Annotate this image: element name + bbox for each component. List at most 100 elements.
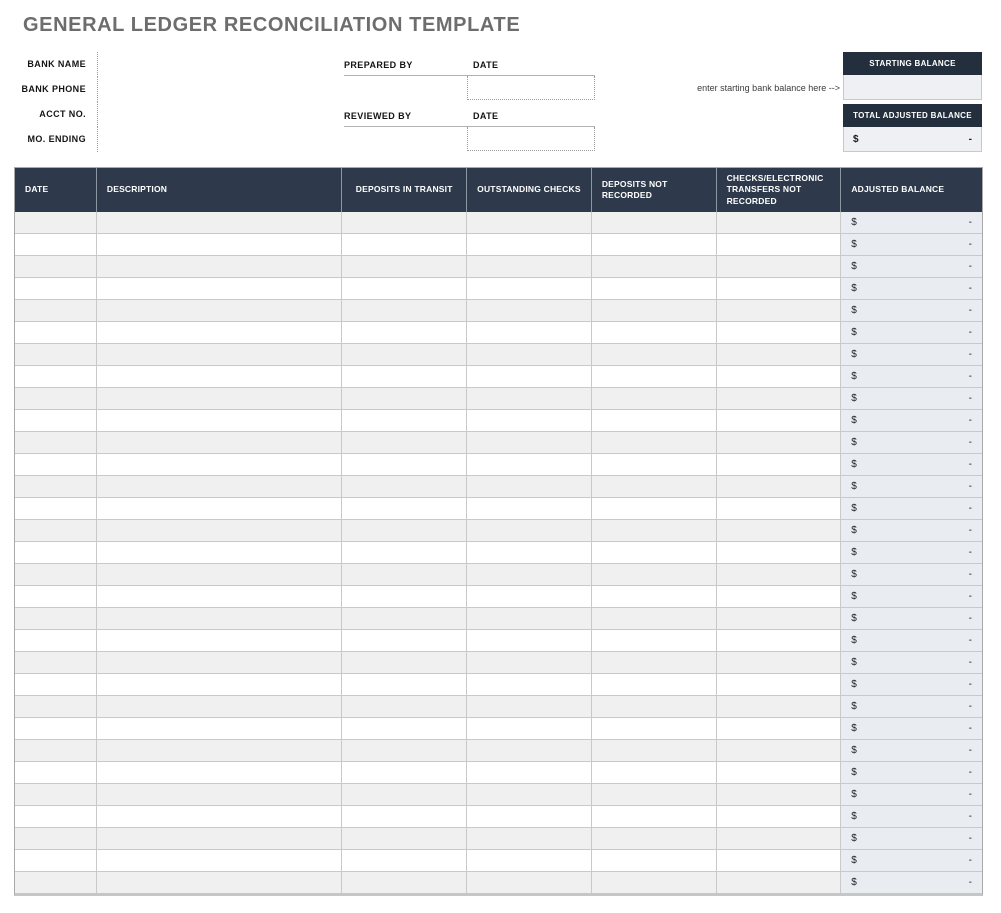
cell-deposits_not_recorded[interactable] xyxy=(592,652,717,673)
cell-deposits_not_recorded[interactable] xyxy=(592,234,717,255)
cell-date[interactable] xyxy=(15,696,97,717)
cell-deposits_in_transit[interactable] xyxy=(342,608,467,629)
cell-description[interactable] xyxy=(97,652,342,673)
cell-outstanding_checks[interactable] xyxy=(467,674,592,695)
cell-description[interactable] xyxy=(97,256,342,277)
cell-checks_electronic_transfers_not_recorded[interactable] xyxy=(717,542,842,563)
cell-deposits_in_transit[interactable] xyxy=(342,652,467,673)
cell-description[interactable] xyxy=(97,234,342,255)
cell-deposits_in_transit[interactable] xyxy=(342,564,467,585)
cell-description[interactable] xyxy=(97,542,342,563)
cell-outstanding_checks[interactable] xyxy=(467,828,592,849)
cell-deposits_not_recorded[interactable] xyxy=(592,828,717,849)
cell-outstanding_checks[interactable] xyxy=(467,740,592,761)
cell-outstanding_checks[interactable] xyxy=(467,476,592,497)
cell-checks_electronic_transfers_not_recorded[interactable] xyxy=(717,630,842,651)
reviewed-by-input[interactable] xyxy=(344,127,467,151)
cell-outstanding_checks[interactable] xyxy=(467,454,592,475)
cell-checks_electronic_transfers_not_recorded[interactable] xyxy=(717,806,842,827)
cell-outstanding_checks[interactable] xyxy=(467,586,592,607)
cell-deposits_in_transit[interactable] xyxy=(342,828,467,849)
cell-deposits_in_transit[interactable] xyxy=(342,278,467,299)
cell-checks_electronic_transfers_not_recorded[interactable] xyxy=(717,850,842,871)
cell-date[interactable] xyxy=(15,366,97,387)
cell-description[interactable] xyxy=(97,300,342,321)
cell-checks_electronic_transfers_not_recorded[interactable] xyxy=(717,652,842,673)
cell-outstanding_checks[interactable] xyxy=(467,322,592,343)
cell-checks_electronic_transfers_not_recorded[interactable] xyxy=(717,498,842,519)
cell-checks_electronic_transfers_not_recorded[interactable] xyxy=(717,322,842,343)
cell-deposits_not_recorded[interactable] xyxy=(592,498,717,519)
cell-outstanding_checks[interactable] xyxy=(467,762,592,783)
cell-description[interactable] xyxy=(97,498,342,519)
cell-checks_electronic_transfers_not_recorded[interactable] xyxy=(717,718,842,739)
cell-date[interactable] xyxy=(15,784,97,805)
cell-date[interactable] xyxy=(15,278,97,299)
cell-date[interactable] xyxy=(15,718,97,739)
bank-field-input-3[interactable] xyxy=(97,127,334,152)
cell-outstanding_checks[interactable] xyxy=(467,872,592,893)
cell-description[interactable] xyxy=(97,322,342,343)
cell-deposits_not_recorded[interactable] xyxy=(592,850,717,871)
cell-checks_electronic_transfers_not_recorded[interactable] xyxy=(717,410,842,431)
cell-deposits_in_transit[interactable] xyxy=(342,696,467,717)
cell-deposits_not_recorded[interactable] xyxy=(592,564,717,585)
cell-deposits_in_transit[interactable] xyxy=(342,784,467,805)
cell-checks_electronic_transfers_not_recorded[interactable] xyxy=(717,520,842,541)
cell-deposits_in_transit[interactable] xyxy=(342,850,467,871)
cell-deposits_in_transit[interactable] xyxy=(342,476,467,497)
cell-deposits_in_transit[interactable] xyxy=(342,872,467,893)
cell-date[interactable] xyxy=(15,630,97,651)
cell-deposits_not_recorded[interactable] xyxy=(592,740,717,761)
bank-field-input-0[interactable] xyxy=(97,52,334,77)
cell-checks_electronic_transfers_not_recorded[interactable] xyxy=(717,388,842,409)
cell-deposits_in_transit[interactable] xyxy=(342,740,467,761)
cell-description[interactable] xyxy=(97,828,342,849)
cell-deposits_in_transit[interactable] xyxy=(342,300,467,321)
cell-deposits_in_transit[interactable] xyxy=(342,344,467,365)
reviewed-date-input[interactable] xyxy=(467,127,595,151)
cell-deposits_not_recorded[interactable] xyxy=(592,520,717,541)
cell-date[interactable] xyxy=(15,344,97,365)
cell-date[interactable] xyxy=(15,520,97,541)
cell-description[interactable] xyxy=(97,762,342,783)
cell-outstanding_checks[interactable] xyxy=(467,696,592,717)
cell-deposits_not_recorded[interactable] xyxy=(592,872,717,893)
cell-outstanding_checks[interactable] xyxy=(467,608,592,629)
cell-deposits_not_recorded[interactable] xyxy=(592,630,717,651)
cell-deposits_not_recorded[interactable] xyxy=(592,388,717,409)
cell-checks_electronic_transfers_not_recorded[interactable] xyxy=(717,212,842,233)
cell-deposits_not_recorded[interactable] xyxy=(592,322,717,343)
cell-date[interactable] xyxy=(15,828,97,849)
cell-deposits_not_recorded[interactable] xyxy=(592,278,717,299)
cell-date[interactable] xyxy=(15,476,97,497)
cell-outstanding_checks[interactable] xyxy=(467,344,592,365)
cell-deposits_in_transit[interactable] xyxy=(342,674,467,695)
cell-description[interactable] xyxy=(97,278,342,299)
cell-deposits_in_transit[interactable] xyxy=(342,806,467,827)
cell-date[interactable] xyxy=(15,762,97,783)
cell-date[interactable] xyxy=(15,608,97,629)
cell-deposits_not_recorded[interactable] xyxy=(592,762,717,783)
cell-checks_electronic_transfers_not_recorded[interactable] xyxy=(717,696,842,717)
cell-date[interactable] xyxy=(15,410,97,431)
cell-date[interactable] xyxy=(15,850,97,871)
cell-deposits_in_transit[interactable] xyxy=(342,432,467,453)
cell-deposits_not_recorded[interactable] xyxy=(592,410,717,431)
cell-outstanding_checks[interactable] xyxy=(467,652,592,673)
cell-description[interactable] xyxy=(97,718,342,739)
cell-deposits_not_recorded[interactable] xyxy=(592,586,717,607)
cell-checks_electronic_transfers_not_recorded[interactable] xyxy=(717,564,842,585)
cell-outstanding_checks[interactable] xyxy=(467,234,592,255)
cell-deposits_not_recorded[interactable] xyxy=(592,366,717,387)
cell-checks_electronic_transfers_not_recorded[interactable] xyxy=(717,234,842,255)
cell-description[interactable] xyxy=(97,388,342,409)
cell-checks_electronic_transfers_not_recorded[interactable] xyxy=(717,608,842,629)
cell-date[interactable] xyxy=(15,498,97,519)
cell-deposits_not_recorded[interactable] xyxy=(592,542,717,563)
cell-deposits_not_recorded[interactable] xyxy=(592,300,717,321)
cell-date[interactable] xyxy=(15,872,97,893)
cell-date[interactable] xyxy=(15,806,97,827)
cell-date[interactable] xyxy=(15,300,97,321)
cell-outstanding_checks[interactable] xyxy=(467,630,592,651)
